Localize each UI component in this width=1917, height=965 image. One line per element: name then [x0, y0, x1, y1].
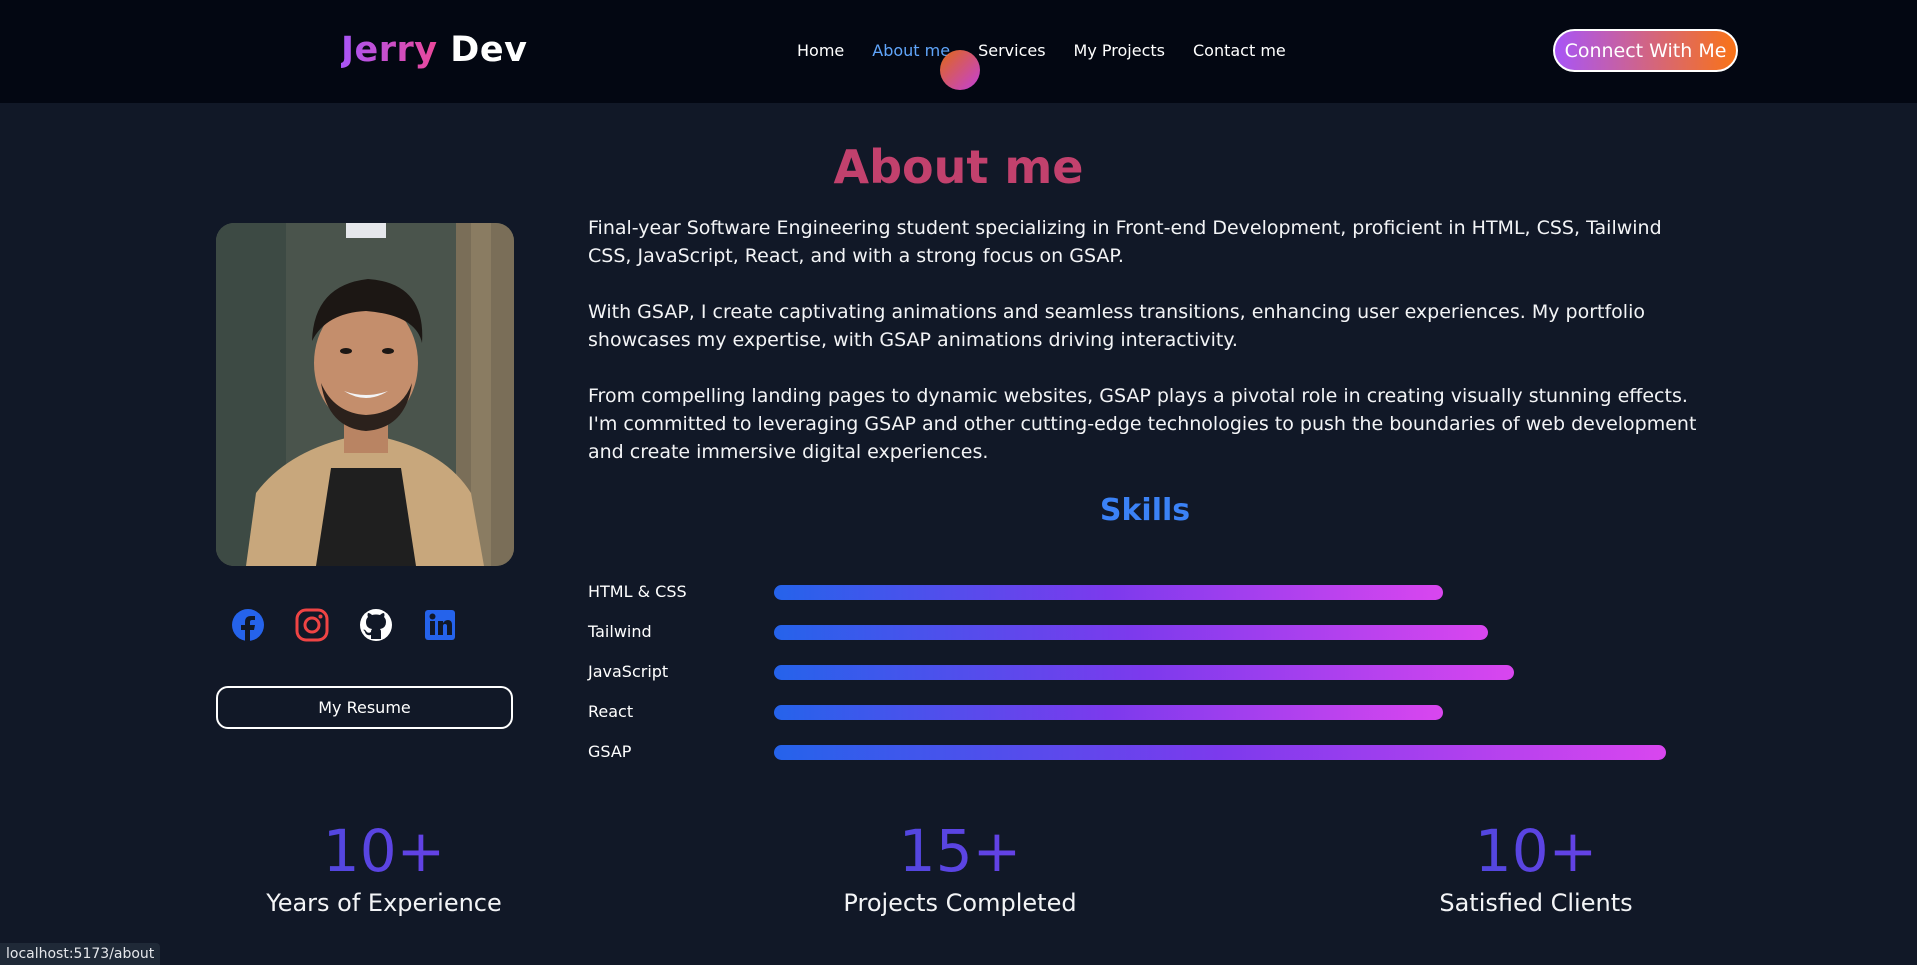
stat-value: 10+ — [184, 815, 584, 887]
skill-row: React — [588, 700, 1748, 724]
logo-second-word: Dev — [450, 30, 528, 70]
page-title: About me — [833, 140, 1084, 194]
about-bio: Final-year Software Engineering student … — [588, 214, 1698, 494]
connect-with-me-button[interactable]: Connect With Me — [1553, 29, 1738, 72]
logo-first-word: Jerry — [341, 30, 438, 70]
skill-progress-bar — [774, 585, 1443, 600]
nav-home[interactable]: Home — [797, 41, 844, 60]
skill-progress-bar — [774, 625, 1488, 640]
facebook-icon[interactable] — [230, 607, 266, 643]
linkedin-icon[interactable] — [422, 607, 458, 643]
stat-label: Years of Experience — [266, 889, 502, 917]
social-links — [230, 607, 458, 643]
site-logo[interactable]: Jerry Dev — [341, 30, 527, 70]
nav-services[interactable]: Services — [978, 41, 1045, 60]
skill-row: JavaScript — [588, 660, 1748, 684]
bio-paragraph: With GSAP, I create captivating animatio… — [588, 301, 1645, 351]
stat-label: Satisfied Clients — [1439, 889, 1633, 917]
nav-contact-me[interactable]: Contact me — [1193, 41, 1286, 60]
skill-label: HTML & CSS — [588, 582, 687, 601]
skill-label: Tailwind — [588, 622, 652, 641]
skill-row: GSAP — [588, 740, 1748, 764]
stat-label: Projects Completed — [843, 889, 1077, 917]
main-nav: Home About me Services My Projects Conta… — [797, 41, 1286, 60]
nav-my-projects[interactable]: My Projects — [1074, 41, 1165, 60]
status-bar-url: localhost:5173/about — [0, 943, 161, 965]
profile-photo — [216, 223, 514, 566]
skills-title: Skills — [1099, 493, 1191, 528]
skill-progress-bar — [774, 665, 1514, 680]
my-resume-button[interactable]: My Resume — [216, 686, 513, 729]
bio-paragraph: Final-year Software Engineering student … — [588, 217, 1662, 267]
skill-row: HTML & CSS — [588, 580, 1748, 604]
instagram-icon[interactable] — [294, 607, 330, 643]
cursor-follower — [940, 50, 980, 90]
skill-row: Tailwind — [588, 620, 1748, 644]
skill-label: React — [588, 702, 634, 721]
stat-projects-completed: 15+ Projects Completed — [760, 815, 1160, 917]
stat-value: 15+ — [760, 815, 1160, 887]
stat-years-experience: 10+ Years of Experience — [184, 815, 584, 917]
github-icon[interactable] — [358, 607, 394, 643]
stat-satisfied-clients: 10+ Satisfied Clients — [1336, 815, 1736, 917]
skill-label: GSAP — [588, 742, 632, 761]
skill-progress-bar — [774, 705, 1443, 720]
site-header: Jerry Dev Home About me Services My Proj… — [0, 0, 1917, 103]
skill-label: JavaScript — [588, 662, 669, 681]
nav-about-me[interactable]: About me — [872, 41, 950, 60]
skill-progress-bar — [774, 745, 1666, 760]
stat-value: 10+ — [1336, 815, 1736, 887]
bio-paragraph: From compelling landing pages to dynamic… — [588, 385, 1697, 463]
